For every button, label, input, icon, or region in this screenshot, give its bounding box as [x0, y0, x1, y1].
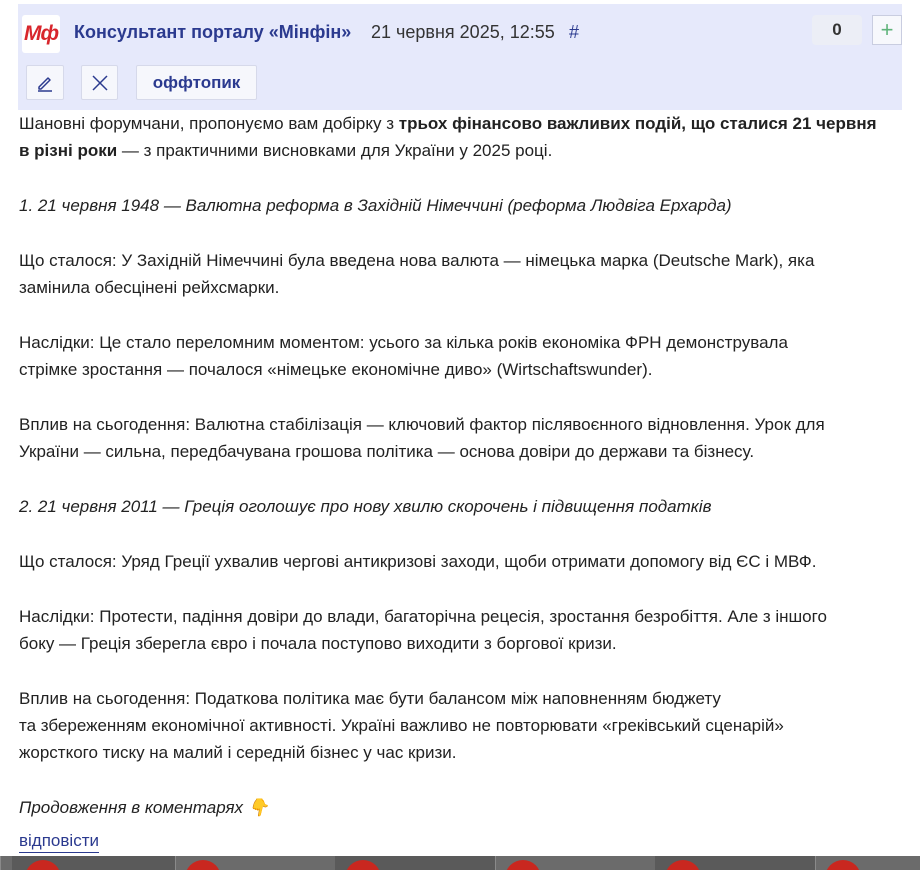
- edit-button[interactable]: [26, 65, 64, 100]
- event2-impact-line-1: Вплив на сьогодення: Податкова політика …: [19, 689, 721, 708]
- event1-consequences-line-2: стрімке зростання — почалося «німецьке е…: [19, 360, 653, 379]
- event2-title: 2. 21 червня 2011 — Греція оголошує про …: [19, 497, 712, 516]
- author-logo: Мф: [22, 15, 60, 53]
- intro-highlight: трьох фінансово важливих подій, що стали…: [398, 114, 877, 133]
- reply-link[interactable]: відповісти: [19, 830, 99, 853]
- event2-impact-line-2: та збереженням економічної активності. У…: [19, 716, 784, 735]
- event2-consequences-line-2: боку — Греція зберегла євро і почала пос…: [19, 634, 617, 653]
- vote-plus-button[interactable]: +: [872, 15, 902, 45]
- intro-line-1: Шановні форумчани, пропонуємо вам добірк…: [19, 110, 899, 137]
- event2-what-line-1: Що сталося: Уряд Греції ухвалив чергові …: [19, 552, 817, 571]
- event1-title: 1. 21 червня 1948 — Валютна реформа в За…: [19, 196, 732, 215]
- pencil-icon: [38, 76, 52, 92]
- intro-text: Шановні форумчани, пропонуємо вам добірк…: [19, 114, 399, 133]
- intro-line-2: в різні роки — з практичними висновками …: [19, 137, 899, 164]
- event2-impact-line-3: жорсткого тиску на малий і середній бізн…: [19, 743, 457, 762]
- event1-impact-line-2: України — сильна, передбачувана грошова …: [19, 442, 755, 461]
- event1-what-line-2: замінила обесцінені рейхсмарки.: [19, 278, 280, 297]
- event1-impact-line-1: Вплив на сьогодення: Валютна стабілізаці…: [19, 415, 825, 434]
- post-header: Мф Консультант порталу «Мінфін» 21 червн…: [18, 4, 902, 110]
- offtopic-button[interactable]: оффтопик: [136, 65, 257, 100]
- post-body: Шановні форумчани, пропонуємо вам добірк…: [19, 110, 899, 821]
- close-icon: [91, 74, 108, 91]
- post-date: 21 червня 2025, 12:55: [371, 22, 555, 42]
- permalink[interactable]: #: [569, 22, 579, 43]
- delete-button[interactable]: [81, 65, 118, 100]
- taskbar-strip: [0, 856, 920, 870]
- intro-highlight-2: в різні роки: [19, 141, 118, 160]
- event2-consequences-line-1: Наслідки: Протести, падіння довіри до вл…: [19, 607, 827, 626]
- event1-consequences-line-1: Наслідки: Це стало переломним моментом: …: [19, 333, 788, 352]
- author-name[interactable]: Консультант порталу «Мінфін»: [74, 22, 351, 43]
- vote-count: 0: [812, 15, 862, 45]
- forum-post: Мф Консультант порталу «Мінфін» 21 червн…: [0, 0, 920, 870]
- intro-text-2: — з практичними висновками для України у…: [117, 141, 553, 160]
- event1-what-line-1: Що сталося: У Західній Німеччині була вв…: [19, 251, 815, 270]
- continuation-note: Продовження в коментарях 👇: [19, 798, 269, 817]
